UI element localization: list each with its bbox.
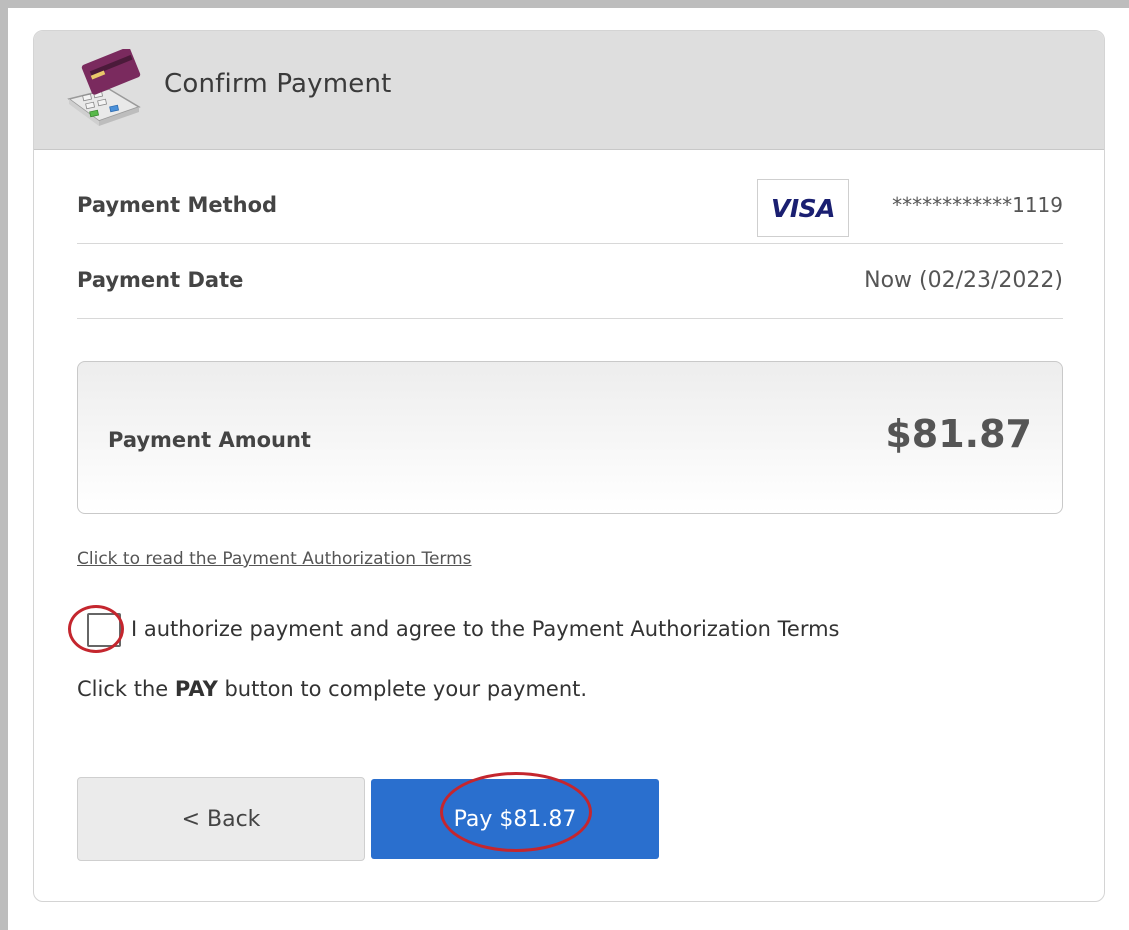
pay-button-label: Pay $81.87 xyxy=(453,806,577,832)
window-frame-left xyxy=(0,0,8,930)
payment-amount-label: Payment Amount xyxy=(108,428,311,452)
instruction-bold: PAY xyxy=(174,677,218,701)
masked-card-number: ************1119 xyxy=(892,193,1063,217)
payment-method-label: Payment Method xyxy=(77,193,278,217)
pay-button[interactable]: Pay $81.87 xyxy=(371,772,659,859)
payment-amount-box: Payment Amount $81.87 xyxy=(77,361,1063,514)
window-frame-top xyxy=(0,0,1129,8)
visa-logo: VISA xyxy=(757,179,849,237)
authorization-terms-link[interactable]: Click to read the Payment Authorization … xyxy=(77,549,472,569)
confirm-payment-card: Confirm Payment Payment Method VISA ****… xyxy=(33,30,1105,902)
payment-method-row: Payment Method VISA ************1119 xyxy=(77,169,1063,244)
page-title: Confirm Payment xyxy=(164,69,392,99)
back-button[interactable]: < Back xyxy=(77,777,365,861)
instruction-suffix: button to complete your payment. xyxy=(217,677,588,701)
payment-date-row: Payment Date Now (02/23/2022) xyxy=(77,244,1063,319)
annotation-circle-checkbox xyxy=(68,605,124,653)
payment-amount-value: $81.87 xyxy=(885,412,1032,456)
payment-terminal-icon xyxy=(67,49,141,126)
card-header: Confirm Payment xyxy=(34,31,1104,150)
pay-instruction: Click the PAY button to complete your pa… xyxy=(77,677,587,701)
payment-date-value: Now (02/23/2022) xyxy=(864,268,1063,293)
back-button-label: < Back xyxy=(181,806,261,832)
authorize-checkbox-label[interactable]: I authorize payment and agree to the Pay… xyxy=(131,617,840,641)
payment-date-label: Payment Date xyxy=(77,268,244,292)
instruction-prefix: Click the xyxy=(77,677,175,701)
authorization-row: I authorize payment and agree to the Pay… xyxy=(68,605,1037,653)
